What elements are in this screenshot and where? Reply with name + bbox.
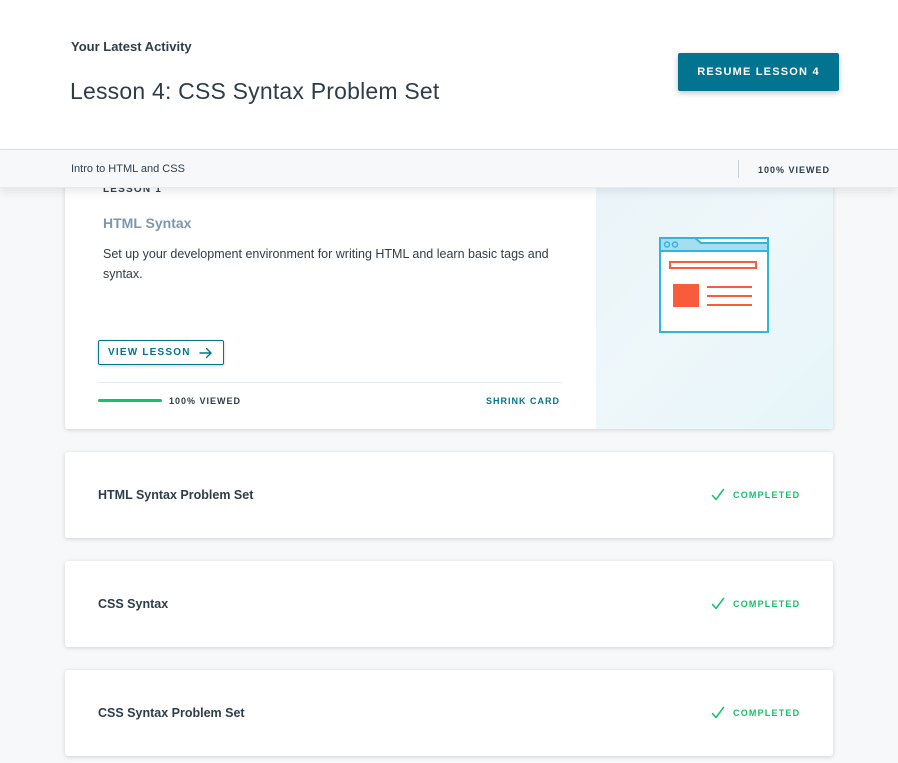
lesson-card-content: LESSON 1 HTML Syntax Set up your develop…	[65, 160, 596, 429]
course-progress-bar: Intro to HTML and CSS 100% VIEWED	[0, 150, 898, 188]
status-label: COMPLETED	[733, 708, 801, 718]
checkmark-icon	[711, 597, 725, 610]
view-lesson-label: VIEW LESSON	[108, 347, 191, 358]
lesson-row-card[interactable]: CSS Syntax Problem Set COMPLETED	[65, 670, 833, 756]
latest-activity-header: Your Latest Activity Lesson 4: CSS Synta…	[0, 0, 898, 150]
divider	[738, 160, 739, 178]
lesson-illustration	[596, 160, 833, 429]
lesson-row-card[interactable]: CSS Syntax COMPLETED	[65, 561, 833, 647]
page-title: Lesson 4: CSS Syntax Problem Set	[70, 78, 440, 104]
divider	[98, 382, 562, 383]
lesson-title: HTML Syntax	[103, 215, 192, 231]
lesson-progress-fill	[98, 399, 162, 402]
status-label: COMPLETED	[733, 490, 801, 500]
lesson-row-title: HTML Syntax Problem Set	[98, 488, 254, 502]
checkmark-icon	[711, 488, 725, 501]
arrow-right-icon	[199, 347, 212, 359]
completed-status: COMPLETED	[711, 596, 800, 612]
completed-status: COMPLETED	[711, 487, 800, 503]
completed-status: COMPLETED	[711, 705, 800, 721]
status-label: COMPLETED	[733, 599, 801, 609]
lesson-progress-bar	[98, 399, 162, 402]
lesson-row-card[interactable]: HTML Syntax Problem Set COMPLETED	[65, 452, 833, 538]
course-name: Intro to HTML and CSS	[71, 163, 185, 175]
lesson-row-title: CSS Syntax Problem Set	[98, 706, 245, 720]
lesson-progress-label: 100% VIEWED	[169, 396, 242, 406]
page: Your Latest Activity Lesson 4: CSS Synta…	[0, 0, 898, 763]
resume-lesson-button[interactable]: RESUME LESSON 4	[678, 53, 839, 91]
lesson-description: Set up your development environment for …	[103, 247, 549, 281]
shrink-card-link[interactable]: SHRINK CARD	[486, 396, 560, 406]
checkmark-icon	[711, 706, 725, 719]
browser-window-icon	[659, 237, 769, 333]
course-viewed-status: 100% VIEWED	[758, 165, 831, 175]
latest-activity-label: Your Latest Activity	[71, 39, 192, 54]
expanded-lesson-card: LESSON 1 HTML Syntax Set up your develop…	[65, 160, 833, 429]
view-lesson-button[interactable]: VIEW LESSON	[98, 340, 224, 365]
lesson-row-title: CSS Syntax	[98, 597, 169, 611]
